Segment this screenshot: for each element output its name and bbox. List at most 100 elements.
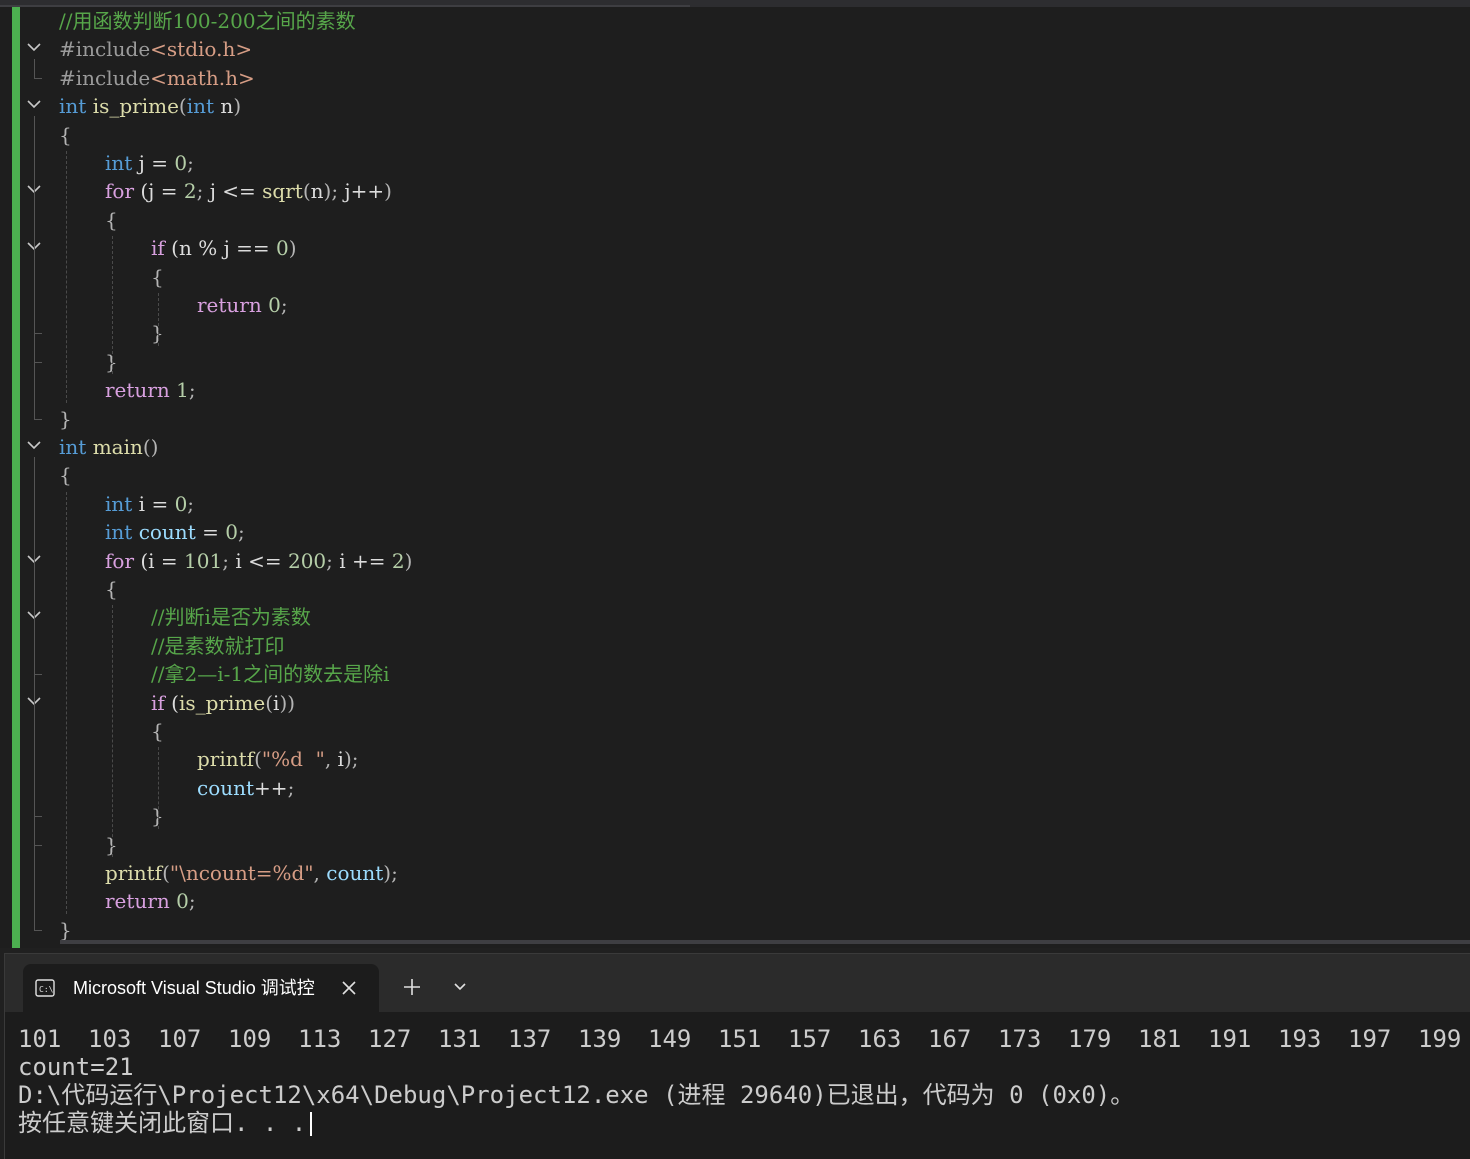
code-token: 2 <box>183 179 197 204</box>
code-line[interactable]: //拿2—i-1之间的数去是除i <box>0 660 1470 688</box>
indent-guide <box>66 491 67 914</box>
code-text: int j = 0; <box>105 149 194 177</box>
code-line[interactable]: int i = 0; <box>0 490 1470 518</box>
indent-guide <box>158 747 159 829</box>
code-line[interactable]: //用函数判断100-200之间的素数 <box>0 7 1470 35</box>
code-token: is_prime <box>178 690 266 715</box>
code-line[interactable]: } <box>0 348 1470 376</box>
code-token: i = <box>132 491 175 516</box>
code-token: return <box>197 293 262 317</box>
console-frame: C:\ Microsoft Visual Studio 调试控 101 103 … <box>4 953 1470 1159</box>
code-line[interactable]: int j = 0; <box>0 149 1470 177</box>
code-line[interactable]: if (is_prime(i)) <box>0 689 1470 717</box>
code-token: { <box>59 122 72 147</box>
code-line[interactable]: { <box>0 461 1470 489</box>
code-token: } <box>59 917 72 942</box>
code-token: j++ <box>338 179 385 204</box>
code-text: #include<stdio.h> <box>59 35 252 63</box>
code-token: <math.h> <box>150 65 255 90</box>
code-line[interactable]: //判断i是否为素数 <box>0 603 1470 631</box>
code-line[interactable]: int main() <box>0 433 1470 461</box>
code-token: )) <box>279 690 296 715</box>
code-token: printf <box>197 747 255 772</box>
code-line[interactable]: { <box>0 121 1470 149</box>
code-token: for <box>105 179 135 204</box>
code-token: return <box>105 378 170 403</box>
debug-console-window: C:\ Microsoft Visual Studio 调试控 101 103 … <box>0 948 1470 1159</box>
code-text: } <box>59 405 72 433</box>
code-text: //判断i是否为素数 <box>151 603 311 631</box>
code-line[interactable]: //是素数就打印 <box>0 632 1470 660</box>
prime-value: 131 <box>438 1025 482 1053</box>
code-text: for (j = 2; j <= sqrt(n); j++) <box>105 177 392 205</box>
fold-region-end <box>34 929 42 931</box>
fold-chevron-icon[interactable] <box>26 437 42 453</box>
code-token: ; <box>287 775 295 800</box>
code-line[interactable]: if (n % j == 0) <box>0 234 1470 262</box>
code-token: ; <box>222 548 229 573</box>
code-token: ( <box>162 861 170 885</box>
code-token: #include <box>59 65 151 90</box>
code-token: = <box>195 520 226 545</box>
prime-value: 197 <box>1348 1025 1392 1053</box>
exit-message-line: D:\代码运行\Project12\x64\Debug\Project12.ex… <box>18 1081 1135 1109</box>
code-line[interactable]: } <box>0 802 1470 830</box>
indent-guide <box>158 293 159 346</box>
code-token: main <box>92 435 143 459</box>
code-line[interactable]: printf("%d ", i); <box>0 745 1470 773</box>
code-token: ; <box>351 747 359 772</box>
code-text: #include<math.h> <box>59 64 255 92</box>
code-line[interactable]: { <box>0 206 1470 234</box>
code-token: ) <box>383 861 392 885</box>
code-line[interactable]: { <box>0 717 1470 745</box>
prime-value: 163 <box>858 1025 902 1053</box>
close-icon[interactable] <box>337 976 361 1000</box>
code-token: ) <box>384 179 392 204</box>
fold-chevron-icon[interactable] <box>26 96 42 112</box>
code-line[interactable]: count++; <box>0 774 1470 802</box>
fold-region-line <box>34 258 35 334</box>
code-text: int count = 0; <box>105 518 245 546</box>
code-editor[interactable]: //用函数判断100-200之间的素数 #include<stdio.h> #inc… <box>0 0 1470 948</box>
code-line[interactable]: } <box>0 405 1470 433</box>
prime-value: 179 <box>1068 1025 1112 1053</box>
code-token: i <= <box>228 548 288 573</box>
code-line[interactable]: for (i = 101; i <= 200; i += 2) <box>0 547 1470 575</box>
fold-chevron-icon[interactable] <box>26 39 42 55</box>
code-line[interactable]: return 0; <box>0 291 1470 319</box>
code-text: if (is_prime(i)) <box>151 689 295 717</box>
code-line[interactable]: printf("\ncount=%d", count); <box>0 859 1470 887</box>
code-line[interactable]: { <box>0 575 1470 603</box>
code-token: 0 <box>268 293 281 317</box>
code-line[interactable]: #include<math.h> <box>0 64 1470 92</box>
code-line[interactable]: } <box>0 319 1470 347</box>
code-token: ; <box>187 151 194 175</box>
code-line[interactable]: int count = 0; <box>0 518 1470 546</box>
code-line[interactable]: int is_prime(int n) <box>0 92 1470 120</box>
prime-value: 139 <box>578 1025 622 1053</box>
code-text: { <box>105 575 118 603</box>
fold-region-end <box>34 77 42 79</box>
code-token: i <box>331 747 344 772</box>
code-line[interactable]: return 0; <box>0 887 1470 915</box>
code-token: n <box>220 94 234 119</box>
console-tab[interactable]: C:\ Microsoft Visual Studio 调试控 <box>23 964 379 1012</box>
console-icon: C:\ <box>35 978 55 998</box>
code-text: { <box>105 206 118 234</box>
code-text: //拿2—i-1之间的数去是除i <box>151 660 389 688</box>
chevron-down-icon[interactable] <box>445 972 475 1002</box>
code-text: for (i = 101; i <= 200; i += 2) <box>105 547 412 575</box>
code-text: return 1; <box>105 376 196 404</box>
code-token: return <box>105 889 170 914</box>
editor-horizontal-scrollbar[interactable] <box>60 940 1470 944</box>
code-line[interactable]: for (j = 2; j <= sqrt(n); j++) <box>0 177 1470 205</box>
code-text: int i = 0; <box>105 490 194 518</box>
code-line[interactable]: return 1; <box>0 376 1470 404</box>
code-line[interactable]: { <box>0 263 1470 291</box>
plus-icon[interactable] <box>397 972 427 1002</box>
prime-value: 181 <box>1138 1025 1182 1053</box>
code-line[interactable]: #include<stdio.h> <box>0 35 1470 63</box>
code-line[interactable]: } <box>0 831 1470 859</box>
code-token: if <box>151 690 165 715</box>
code-token: int <box>59 435 87 459</box>
